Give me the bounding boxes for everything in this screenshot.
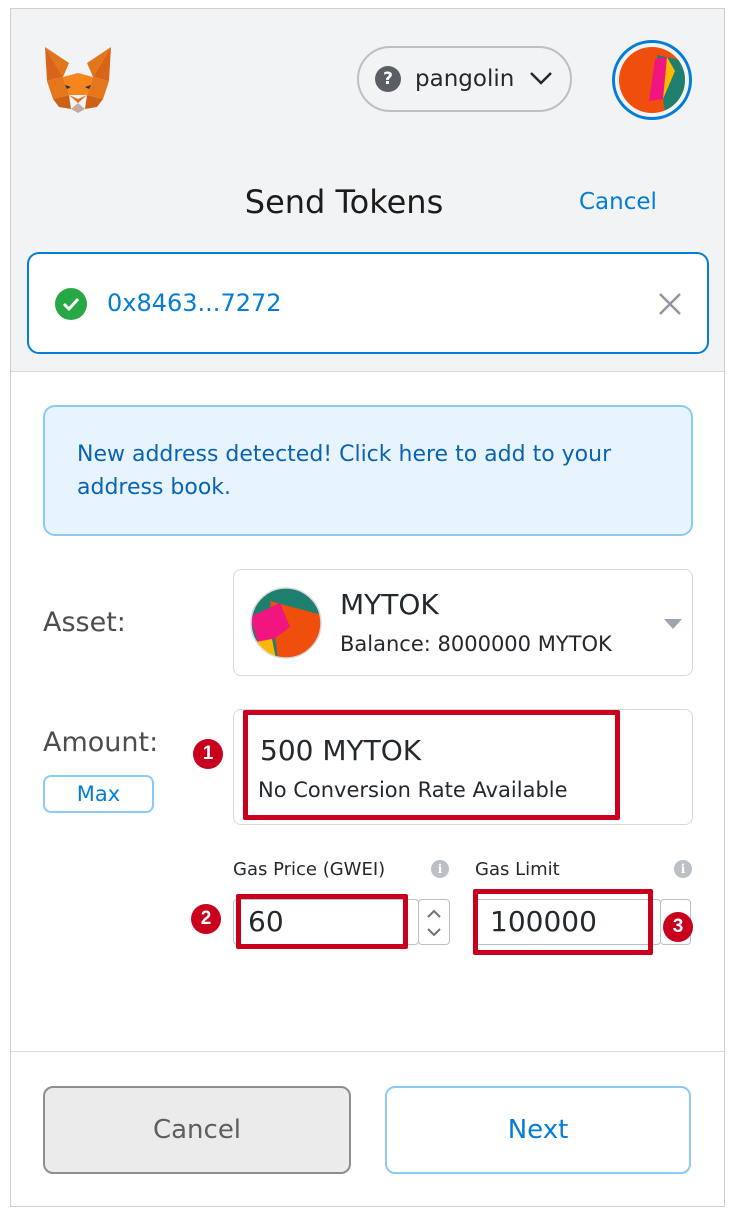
max-button[interactable]: Max: [43, 775, 154, 813]
caret-down-icon: [664, 619, 682, 629]
highlight-box-amount: [243, 710, 620, 820]
chevron-down-icon: [530, 72, 552, 85]
header-panel: ? pangolin Send Tokens Cancel 0x8463...7…: [11, 9, 724, 372]
footer-divider: [11, 1051, 724, 1052]
next-button[interactable]: Next: [385, 1086, 691, 1174]
network-selector[interactable]: ? pangolin: [357, 46, 572, 112]
highlight-box-gas-limit: [473, 889, 653, 955]
question-circle-icon: ?: [375, 66, 401, 92]
close-icon[interactable]: [655, 289, 685, 319]
annotation-badge-3: 3: [663, 912, 693, 942]
account-identicon: [619, 47, 685, 113]
header-cancel-link[interactable]: Cancel: [579, 189, 657, 215]
annotation-badge-1: 1: [193, 739, 223, 769]
token-identicon: [250, 587, 322, 659]
recipient-address: 0x8463...7272: [107, 289, 282, 317]
chevron-down-icon[interactable]: [426, 927, 442, 937]
token-symbol: MYTOK: [340, 588, 439, 621]
amount-label: Amount:: [43, 727, 159, 758]
new-address-notice[interactable]: New address detected! Click here to add …: [43, 405, 693, 536]
gas-limit-label: Gas Limit: [475, 859, 560, 880]
gas-price-label: Gas Price (GWEI): [233, 859, 386, 880]
token-balance: Balance: 8000000 MYTOK: [340, 632, 612, 656]
gas-price-stepper[interactable]: [418, 899, 450, 945]
recipient-field[interactable]: 0x8463...7272: [27, 252, 709, 354]
asset-selector[interactable]: MYTOK Balance: 8000000 MYTOK: [233, 569, 693, 676]
annotation-badge-2: 2: [191, 904, 221, 934]
highlight-box-gas-price: [236, 894, 408, 949]
info-icon[interactable]: i: [431, 860, 449, 878]
check-circle-icon: [55, 288, 87, 320]
page-title: Send Tokens: [244, 183, 444, 221]
send-tokens-window: ? pangolin Send Tokens Cancel 0x8463...7…: [10, 8, 725, 1207]
chevron-up-icon[interactable]: [426, 909, 442, 919]
info-icon[interactable]: i: [674, 860, 692, 878]
asset-label: Asset:: [43, 607, 126, 638]
network-name: pangolin: [415, 66, 515, 92]
account-avatar[interactable]: [612, 40, 692, 120]
metamask-fox-icon: [45, 47, 111, 113]
cancel-button[interactable]: Cancel: [43, 1086, 351, 1174]
